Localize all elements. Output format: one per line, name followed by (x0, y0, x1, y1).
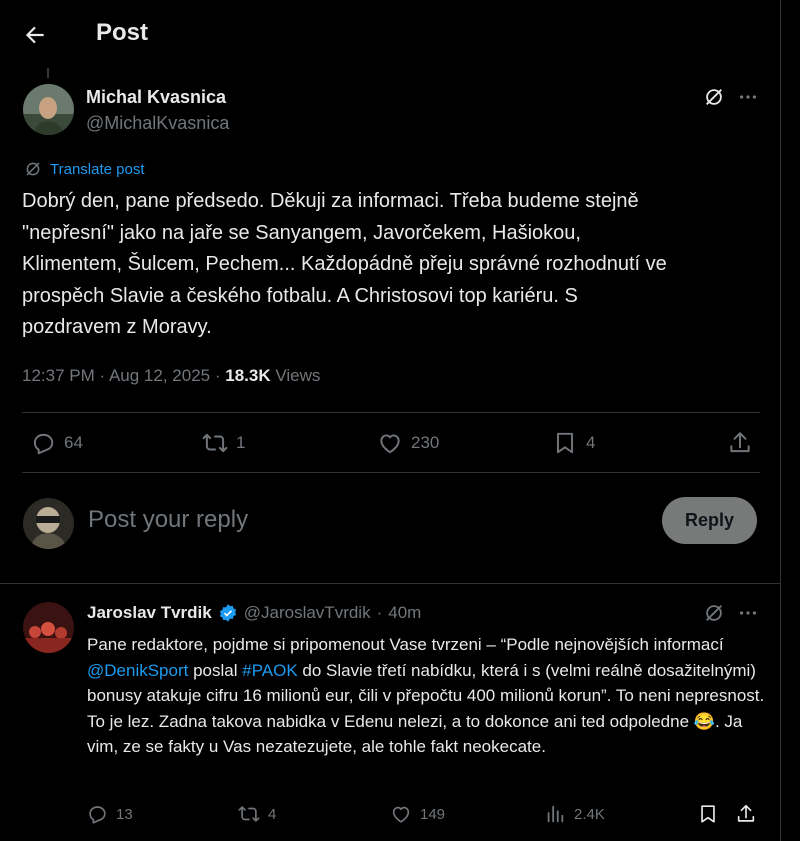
reply-icon (30, 430, 56, 456)
share-icon[interactable] (735, 803, 757, 825)
repost-count: 1 (236, 433, 246, 452)
hashtag-link[interactable]: #PAOK (242, 661, 297, 680)
reply-reply-action[interactable]: 13 (86, 803, 133, 825)
grok-icon[interactable] (703, 602, 725, 624)
post-text-line: "nepřesní" jako na jaře se Sanyangem, Ja… (22, 221, 581, 244)
views-count: 18.3K (225, 366, 271, 385)
reply-author-name[interactable]: Jaroslav Tvrdik (87, 603, 212, 623)
reply-like-count: 149 (420, 805, 446, 823)
translate-label: Translate post (50, 160, 145, 178)
thread-connector (47, 68, 49, 78)
author-name[interactable]: Michal Kvasnica (86, 87, 226, 108)
reply-author-avatar[interactable] (23, 602, 74, 653)
laughing-emoji: 😂 (693, 711, 715, 731)
divider (22, 472, 760, 473)
post-time[interactable]: 12:37 PM (22, 366, 95, 385)
reply-input[interactable]: Post your reply (88, 506, 248, 534)
author-handle[interactable]: @MichalKvasnica (86, 113, 229, 134)
divider (0, 583, 780, 584)
post-text: Dobrý den, pane předsedo. Děkuji za info… (22, 186, 762, 344)
reply-count: 64 (64, 433, 83, 452)
reply-button[interactable]: Reply (662, 497, 757, 544)
page-title: Post (96, 19, 149, 46)
post-text-line: Klimentem, Šulcem, Pechem... Každopádně … (22, 253, 667, 275)
timeline-column: Post Michal Kvasnica @MichalKvasnica Tra… (0, 0, 781, 841)
translate-post-link[interactable]: Translate post (24, 160, 145, 178)
reply-action[interactable]: 64 (30, 430, 83, 456)
reply-time[interactable]: 40m (388, 603, 421, 623)
author-avatar[interactable] (23, 84, 74, 135)
post-meta: 12:37 PM · Aug 12, 2025 · 18.3K Views (22, 366, 321, 385)
views-label: Views (275, 366, 321, 385)
reply-repost-action[interactable]: 4 (238, 803, 276, 825)
heart-icon (377, 430, 403, 456)
repost-icon (238, 803, 260, 825)
reply-text: Pane redaktore, pojdme si pripomenout Va… (87, 635, 765, 756)
post-text-line: prospěch Slavie a českého fotbalu. A Chr… (22, 284, 578, 307)
post-text-line: pozdravem z Moravy. (22, 316, 212, 338)
back-arrow-icon[interactable] (22, 22, 48, 48)
reply-reply-count: 13 (116, 805, 133, 823)
bookmark-icon (552, 430, 578, 456)
share-icon[interactable] (727, 430, 753, 456)
reply-like-action[interactable]: 149 (390, 803, 445, 825)
reply-header: Jaroslav Tvrdik @JaroslavTvrdik · 40m (87, 603, 422, 623)
reply-repost-count: 4 (268, 805, 277, 823)
bookmark-action[interactable]: 4 (552, 430, 595, 456)
divider (22, 412, 760, 413)
bookmark-icon[interactable] (697, 803, 719, 825)
repost-icon (202, 430, 228, 456)
reply-views-count: 2.4K (574, 805, 605, 823)
heart-icon (390, 803, 412, 825)
grok-icon[interactable] (703, 86, 725, 108)
reply-author-handle[interactable]: @JaroslavTvrdik (244, 603, 371, 623)
reply-views-action[interactable]: 2.4K (544, 803, 605, 825)
more-options-icon[interactable] (737, 86, 759, 108)
mention-link[interactable]: @DenikSport (87, 661, 188, 680)
like-count: 230 (411, 433, 440, 452)
post-date[interactable]: Aug 12, 2025 (109, 366, 210, 385)
verified-badge-icon (218, 603, 238, 623)
analytics-icon (544, 803, 566, 825)
reply-icon (86, 803, 108, 825)
repost-action[interactable]: 1 (202, 430, 245, 456)
like-action[interactable]: 230 (377, 430, 439, 456)
post-text-line: Dobrý den, pane předsedo. Děkuji za info… (22, 190, 639, 212)
bookmark-count: 4 (586, 433, 596, 452)
translate-icon (24, 160, 42, 178)
more-options-icon[interactable] (737, 602, 759, 624)
current-user-avatar[interactable] (23, 498, 74, 549)
